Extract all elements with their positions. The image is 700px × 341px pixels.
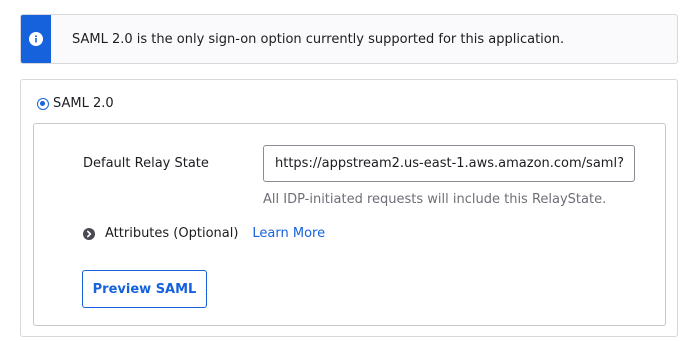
- banner-stripe: [21, 15, 51, 63]
- saml-settings-panel: Default Relay State All IDP-initiated re…: [33, 123, 666, 326]
- saml-radio-button[interactable]: [37, 97, 49, 110]
- relay-state-help: All IDP-initiated requests will include …: [263, 192, 607, 207]
- saml-radio-label: SAML 2.0: [53, 96, 114, 111]
- learn-more-link[interactable]: Learn More: [252, 226, 325, 241]
- info-banner: SAML 2.0 is the only sign-on option curr…: [20, 14, 678, 64]
- saml-section: SAML 2.0 Default Relay State All IDP-ini…: [20, 79, 678, 337]
- info-icon: [29, 32, 43, 46]
- chevron-right-icon[interactable]: [83, 227, 95, 240]
- saml-radio-option[interactable]: SAML 2.0: [37, 96, 114, 111]
- banner-message: SAML 2.0 is the only sign-on option curr…: [72, 32, 565, 47]
- attributes-toggle[interactable]: Attributes (Optional): [105, 226, 238, 241]
- relay-state-input[interactable]: [263, 145, 635, 182]
- preview-saml-button[interactable]: Preview SAML: [82, 270, 207, 308]
- relay-state-label: Default Relay State: [83, 156, 209, 171]
- attributes-row: Attributes (Optional) Learn More: [83, 226, 325, 241]
